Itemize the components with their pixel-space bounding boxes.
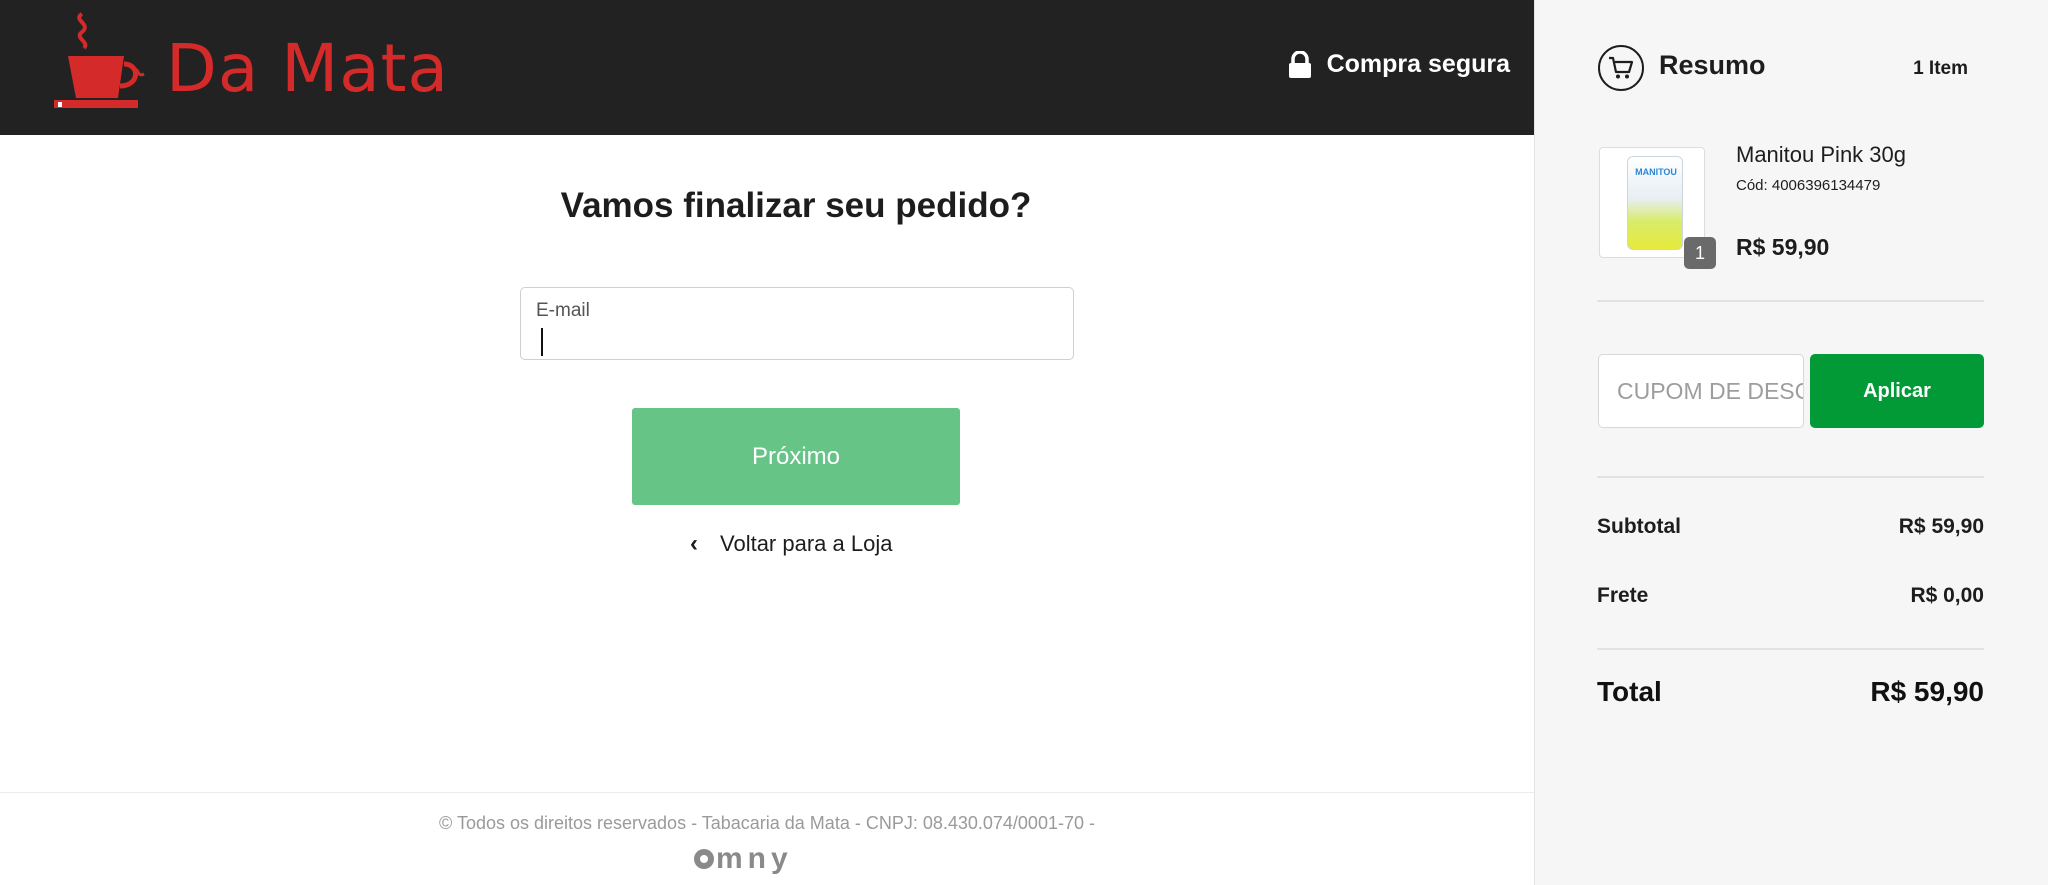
- shipping-value: R$ 0,00: [1910, 584, 1984, 607]
- product-name: Manitou Pink 30g: [1736, 142, 1906, 167]
- product-price: R$ 59,90: [1736, 234, 1830, 260]
- brand-name: Da Mata: [166, 30, 449, 107]
- chevron-left-icon: ‹: [690, 530, 698, 557]
- apply-coupon-button[interactable]: Aplicar: [1810, 354, 1984, 428]
- lock-icon: [1288, 50, 1311, 78]
- next-button[interactable]: Próximo: [632, 408, 960, 505]
- secure-label: Compra segura: [1326, 50, 1510, 78]
- email-field[interactable]: E-mail: [520, 287, 1074, 360]
- tobacco-pack-image: MANITOU: [1627, 156, 1683, 250]
- product-code: Cód: 4006396134479: [1736, 177, 1881, 194]
- secure-purchase: Compra segura: [1287, 50, 1510, 79]
- top-bar: Da Mata Compra segura: [0, 0, 1534, 135]
- back-to-store-link[interactable]: ‹ Voltar para a Loja: [690, 530, 892, 558]
- subtotal-value: R$ 59,90: [1898, 515, 1984, 538]
- omny-logo[interactable]: mny: [694, 842, 793, 876]
- brand-logo[interactable]: Da Mata: [54, 12, 504, 116]
- shipping-label: Frete: [1597, 584, 1649, 607]
- footer-copyright: © Todos os direitos reservados - Tabacar…: [439, 813, 1095, 833]
- checkout-main: Da Mata Compra segura Vamos finalizar se…: [0, 0, 1534, 885]
- total-label: Total: [1597, 676, 1662, 707]
- summary-divider: [1597, 648, 1984, 650]
- back-label: Voltar para a Loja: [720, 531, 893, 556]
- page-title: Vamos finalizar seu pedido?: [560, 186, 1032, 225]
- coffee-cup-logo-icon: [54, 12, 145, 108]
- omny-text: mny: [716, 842, 793, 875]
- item-count: 1 Item: [1913, 58, 1968, 79]
- coupon-input[interactable]: [1598, 354, 1804, 428]
- summary-title: Resumo: [1659, 50, 1766, 80]
- text-caret: [541, 328, 543, 356]
- email-label: E-mail: [536, 300, 590, 321]
- shopping-cart-icon: [1598, 45, 1644, 91]
- summary-divider: [1597, 300, 1984, 302]
- footer-divider: [0, 792, 1534, 793]
- subtotal-label: Subtotal: [1597, 515, 1681, 538]
- omny-o-icon: [694, 849, 714, 869]
- summary-divider: [1597, 476, 1984, 478]
- order-summary-sidebar: Resumo 1 Item MANITOU: [1534, 0, 2048, 885]
- email-input[interactable]: [535, 326, 1055, 354]
- quantity-badge: 1: [1684, 237, 1716, 269]
- total-value: R$ 59,90: [1870, 676, 1984, 707]
- pack-label: MANITOU: [1635, 167, 1677, 177]
